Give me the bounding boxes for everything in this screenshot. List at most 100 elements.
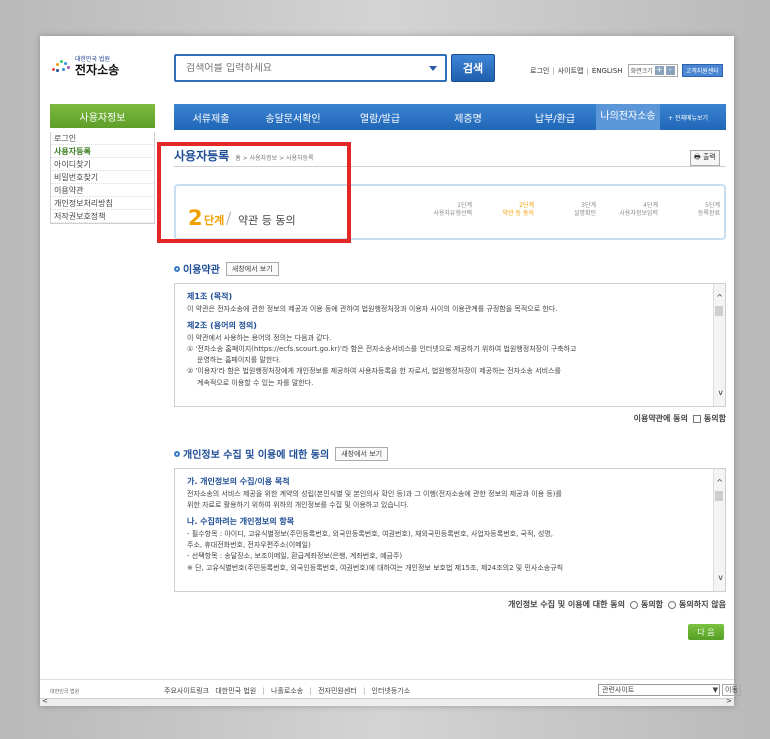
scroll-down-icon[interactable]: v [718,387,723,400]
terms-agree-checkbox[interactable] [692,414,701,423]
privacy-b-title: 나. 수집하려는 개인정보의 항목 [187,517,295,527]
terms-article-2-title: 제2조 (용어의 정의) [187,320,257,330]
related-sites-select[interactable]: 관련사이트 ▼ [598,684,720,696]
login-link[interactable]: 로그인 [530,66,549,76]
terms-article-2-intro: 이 약관에서 사용하는 용어의 정의는 다음과 같다. [187,333,332,342]
footer-links: 주요사이트링크 대한민국 법원 | 나홀로소송 | 전자민원센터 | 인터넷등기… [164,687,411,695]
terms-content[interactable]: 제1조 (목적) 이 약관은 전자소송에 관한 정보의 제공과 이용 등에 관하… [174,283,726,407]
sidebar-item-privacy-policy[interactable]: 개인정보처리방침 [51,197,154,210]
horizontal-scrollbar[interactable]: < > [40,697,734,706]
privacy-scrollbar[interactable]: ^ v [713,469,725,591]
search-input[interactable] [186,62,416,74]
nav-item-payment[interactable]: 납부/환급 [514,110,596,125]
terms-section-title: 이용약관 [183,265,220,276]
privacy-agree-row: 개인정보 수집 및 이용에 대한 동의 동의함 동의하지 않음 [508,599,726,610]
privacy-a-body-1: 전자소송의 서비스 제공을 위한 계약의 성립(본인식별 및 본인의사 확인 등… [187,489,562,498]
bullet-icon [174,265,180,272]
privacy-newwin-button[interactable]: 새창에서 보기 [335,446,389,461]
terms-agree-row: 이용약관에 동의 동의함 [634,413,726,424]
step-2: 2단계 약관 등 동의 [502,202,534,218]
terms-article-2-item-2: ② '이용자'라 함은 법원행정처장에게 개인정보를 제공하여 사용자등록을 한… [187,367,561,376]
english-link[interactable]: ENGLISH [592,67,623,75]
terms-agree-option[interactable]: 동의함 [704,413,726,424]
privacy-a-body-2: 위한 자료로 활용하기 위하여 위하의 개인정보를 수집 및 이용하고 있습니다… [187,500,409,509]
search-box [174,54,447,82]
footer-link-registry[interactable]: 인터넷등기소 [372,687,411,695]
zoom-out-button[interactable]: - [665,66,675,75]
scroll-up-icon[interactable]: ^ [716,477,723,490]
privacy-agree-no-label[interactable]: 동의하지 않음 [679,599,726,610]
zoom-in-button[interactable]: + [654,66,664,75]
privacy-a-title: 가. 개인정보의 수집/이용 목적 [187,477,290,486]
sidebar-item-find-id[interactable]: 아이디찾기 [51,158,154,171]
sidebar-title: 사용자정보 [50,104,155,128]
nav-item-delivery-check[interactable]: 송달문서확인 [248,110,338,125]
all-menu-link[interactable]: + 전체메뉴보기 [668,113,708,122]
step-3: 3단계 실명확인 [573,202,596,218]
bullet-icon [174,450,180,457]
next-button[interactable]: 다 음 [688,624,724,640]
site-logo[interactable]: 대한민국 법원 전자소송 [50,56,119,78]
terms-article-1-body: 이 약관은 전자소송에 관한 정보의 제공과 이용 등에 관하여 법원행정처장과… [187,304,558,313]
sidebar-item-terms[interactable]: 이용약관 [51,184,154,197]
go-button[interactable]: 이동 [722,684,741,696]
utility-links: 로그인 | 사이트맵 | ENGLISH 화면크기 + - 고객지원센터 [530,64,723,77]
zoom-label: 화면크기 [630,68,653,75]
footer-link-self-lawsuit[interactable]: 나홀로소송 [271,687,303,695]
privacy-agree-no-radio[interactable] [668,600,677,609]
sidebar-item-find-password[interactable]: 비밀번호찾기 [51,171,154,184]
page-container: 대한민국 법원 전자소송 검색 로그인 | 사이트맵 | ENGLISH 화면크… [40,36,741,706]
scroll-left-icon[interactable]: < [42,697,48,705]
privacy-content[interactable]: 가. 개인정보의 수집/이용 목적 전자소송의 서비스 제공을 위한 계약의 성… [174,468,726,592]
highlight-annotation [157,142,351,243]
logo-title: 전자소송 [75,62,120,77]
nav-item-view-issue[interactable]: 열람/발급 [338,110,422,125]
footer: 대한민국 법원 주요사이트링크 대한민국 법원 | 나홀로소송 | 전자민원센터… [50,684,741,696]
main-nav: 서류제출 송달문서확인 열람/발급 제증명 납부/환급 나의전자소송 + 전체메… [174,104,726,130]
privacy-agree-yes-radio[interactable] [629,600,638,609]
print-button[interactable]: 🖶 출력 [690,150,720,166]
privacy-agree-label: 개인정보 수집 및 이용에 대한 동의 [507,600,625,609]
step-list: 1단계 사용자유형선택 2단계 약관 등 동의 3단계 실명확인 4단계 사용자정보입력… [410,202,720,219]
sidebar-item-register[interactable]: 사용자등록 [51,145,154,158]
terms-newwin-button[interactable]: 새창에서 보기 [225,261,279,276]
footer-divider [40,679,734,680]
footer-link-civil-center[interactable]: 전자민원센터 [318,687,357,695]
sidebar-item-login[interactable]: 로그인 [51,132,154,145]
scroll-up-icon[interactable]: ^ [716,292,723,305]
scroll-right-icon[interactable]: > [726,697,732,705]
scroll-down-icon[interactable]: v [718,572,723,585]
footer-logo: 대한민국 법원 [50,688,80,695]
search-button[interactable]: 검색 [451,54,495,82]
zoom-control: 화면크기 + - [627,64,678,77]
nav-item-submit[interactable]: 서류제출 [174,110,248,125]
privacy-section-header: 개인정보 수집 및 이용에 대한 동의 새창에서 보기 [174,446,389,461]
terms-section-header: 이용약관 새창에서 보기 [174,261,279,276]
scroll-thumb[interactable] [715,491,723,501]
step-4: 4단계 사용자정보입력 [619,202,658,218]
terms-article-2-item-2-cont: 계속적으로 이용할 수 있는 자를 말한다. [197,378,314,387]
privacy-section-title: 개인정보 수집 및 이용에 대한 동의 [183,450,330,461]
support-center-button[interactable]: 고객지원센터 [681,64,723,77]
privacy-b-line-4: ※ 단, 고유식별번호(주민등록번호, 외국인등록번호, 여권번호)에 대하여는… [187,563,564,572]
privacy-b-line-2: 주소, 휴대전화번호, 전자우편주소(이메일) [187,541,311,550]
nav-item-certificate[interactable]: 제증명 [422,110,514,125]
footer-link-court[interactable]: 대한민국 법원 [215,687,256,695]
chevron-down-icon: ▼ [712,686,718,694]
sidebar-item-copyright[interactable]: 저작권보호정책 [51,210,154,223]
scroll-thumb[interactable] [715,306,723,316]
terms-scrollbar[interactable]: ^ v [713,284,725,406]
privacy-b-line-1: - 필수항목 : 아이디, 고유식별정보(주민등록번호, 외국인등록번호, 여권… [187,529,553,538]
terms-article-2-item-1-cont: 운영하는 홈페이지를 말한다. [197,356,281,365]
sidebar-menu: 로그인 사용자등록 아이디찾기 비밀번호찾기 이용약관 개인정보처리방침 저작권… [50,132,155,224]
search-dropdown-icon[interactable] [429,66,437,71]
related-sites-label: 관련사이트 [602,686,635,694]
court-emblem-icon [50,56,72,78]
sitemap-link[interactable]: 사이트맵 [558,66,584,76]
step-5: 5단계 등록완료 [697,202,720,218]
printer-icon: 🖶 [694,153,703,161]
nav-item-my-ecourt[interactable]: 나의전자소송 [596,104,660,130]
privacy-agree-yes-label[interactable]: 동의함 [641,599,663,610]
terms-article-1-title: 제1조 (목적) [187,292,233,301]
print-label: 출력 [702,153,716,161]
